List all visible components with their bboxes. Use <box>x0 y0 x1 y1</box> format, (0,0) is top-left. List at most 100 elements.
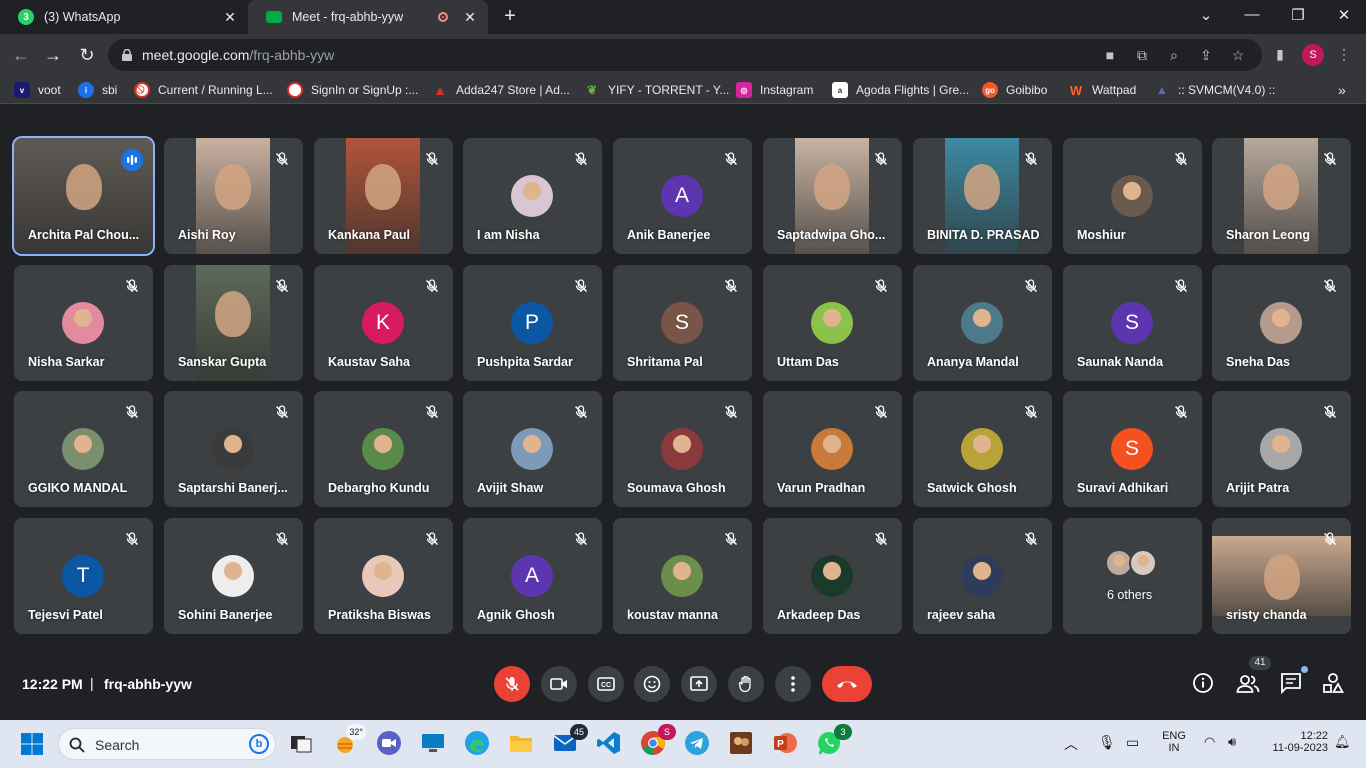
participant-tile[interactable]: BINITA D. PRASAD <box>913 138 1052 254</box>
participant-tile[interactable]: A Agnik Ghosh <box>463 518 602 634</box>
share-icon[interactable]: ⇪ <box>1198 47 1214 63</box>
language-indicator[interactable]: ENG IN <box>1160 730 1188 754</box>
hidden-icons-chevron-icon[interactable]: ︿ <box>1064 734 1078 754</box>
participant-tile[interactable]: Arkadeep Das <box>763 518 902 634</box>
participant-tile[interactable]: Sneha Das <box>1212 265 1351 381</box>
open-in-new-icon[interactable]: ⧉ <box>1134 47 1150 63</box>
mail-icon[interactable]: 45 <box>552 724 588 756</box>
volume-icon[interactable]: 🔊︎ <box>1228 734 1236 750</box>
taskbar-search[interactable]: Search b <box>58 728 276 760</box>
participant-tile[interactable]: A Anik Banerjee <box>613 138 752 254</box>
participant-tile[interactable]: Saptadwipa Gho... <box>763 138 902 254</box>
close-tab-icon[interactable]: ✕ <box>462 9 478 26</box>
menu-icon[interactable]: ⋮ <box>1336 46 1352 62</box>
participant-tile[interactable]: 6 others <box>1063 518 1202 634</box>
zoom-app-icon[interactable] <box>376 730 402 756</box>
participant-tile[interactable]: sristy chanda <box>1212 518 1351 634</box>
participant-tile[interactable]: Sohini Banerjee <box>164 518 303 634</box>
wifi-icon[interactable]: ◠ <box>1204 734 1215 750</box>
restore-button[interactable]: ❐ <box>1288 6 1308 26</box>
microphone-tray-icon[interactable]: 🎙︎ <box>1098 734 1116 751</box>
tab-search-icon[interactable]: ⌄ <box>1196 6 1216 26</box>
participant-tile[interactable]: Satwick Ghosh <box>913 391 1052 507</box>
people-button[interactable] <box>1236 672 1260 696</box>
camera-button[interactable] <box>541 666 577 702</box>
bookmark-adda247[interactable]: ▲ Adda247 Store | Ad... <box>432 82 570 98</box>
participant-tile[interactable]: Sharon Leong <box>1212 138 1351 254</box>
participant-tile[interactable]: S Saunak Nanda <box>1063 265 1202 381</box>
participant-tile[interactable]: Sanskar Gupta <box>164 265 303 381</box>
reload-button[interactable]: ↻ <box>76 44 98 66</box>
file-explorer-icon[interactable] <box>508 730 534 756</box>
telegram-icon[interactable] <box>684 730 710 756</box>
participant-tile[interactable]: GGIKO MANDAL <box>14 391 153 507</box>
bookmark-current-running[interactable]: ⃠Current / Running L... <box>134 82 273 98</box>
task-view-button[interactable] <box>288 730 314 756</box>
side-panel-icon[interactable]: ▮ <box>1272 46 1288 62</box>
participant-tile[interactable]: Varun Pradhan <box>763 391 902 507</box>
close-window-button[interactable]: ✕ <box>1334 6 1354 26</box>
participant-tile[interactable]: S Suravi Adhikari <box>1063 391 1202 507</box>
bookmark-agoda[interactable]: a Agoda Flights | Gre... <box>832 82 969 98</box>
close-tab-icon[interactable]: ✕ <box>222 9 238 26</box>
bookmark-goibibo[interactable]: go Goibibo <box>982 82 1047 98</box>
participant-tile[interactable]: Soumava Ghosh <box>613 391 752 507</box>
camera-in-use-icon[interactable]: ■ <box>1102 47 1118 63</box>
vscode-icon[interactable] <box>596 730 622 756</box>
participant-tile[interactable]: Ananya Mandal <box>913 265 1052 381</box>
minimize-button[interactable]: — <box>1242 6 1262 26</box>
bookmark-wattpad[interactable]: W Wattpad <box>1068 82 1136 98</box>
activities-button[interactable] <box>1322 672 1346 696</box>
tab-whatsapp[interactable]: 3 (3) WhatsApp ✕ <box>0 0 248 34</box>
weather-widget[interactable]: 32° <box>332 724 366 756</box>
participant-tile[interactable]: Pratiksha Biswas <box>314 518 453 634</box>
participant-tile[interactable]: Archita Pal Chou... <box>14 138 153 254</box>
bookmark-instagram[interactable]: ◎ Instagram <box>736 82 813 98</box>
forward-button[interactable]: → <box>42 44 64 66</box>
participant-tile[interactable]: I am Nisha <box>463 138 602 254</box>
leave-call-button[interactable] <box>822 666 872 702</box>
more-options-button[interactable] <box>775 666 811 702</box>
bookmark-sbi[interactable]: i sbi <box>78 82 117 98</box>
participant-tile[interactable]: K Kaustav Saha <box>314 265 453 381</box>
powerpoint-icon[interactable]: P <box>772 730 798 756</box>
microphone-button[interactable] <box>494 666 530 702</box>
more-bookmarks-icon[interactable]: » <box>1338 82 1346 98</box>
participant-tile[interactable]: rajeev saha <box>913 518 1052 634</box>
battery-icon[interactable]: ▭ <box>1126 734 1139 751</box>
remote-desktop-icon[interactable] <box>420 730 446 756</box>
bookmark-signin[interactable]: SignIn or SignUp :... <box>287 82 418 98</box>
participant-tile[interactable]: Arijit Patra <box>1212 391 1351 507</box>
participant-tile[interactable]: Avijit Shaw <box>463 391 602 507</box>
whatsapp-app-icon[interactable]: 3 <box>816 724 852 756</box>
participant-tile[interactable]: koustav manna <box>613 518 752 634</box>
edge-icon[interactable] <box>464 730 490 756</box>
photo-app-icon[interactable] <box>728 730 754 756</box>
back-button[interactable]: ← <box>10 44 32 66</box>
bookmark-star-icon[interactable]: ☆ <box>1230 47 1246 63</box>
new-tab-button[interactable]: + <box>500 6 520 26</box>
raise-hand-button[interactable] <box>728 666 764 702</box>
profile-avatar[interactable]: S <box>1302 44 1324 66</box>
participant-tile[interactable]: P Pushpita Sardar <box>463 265 602 381</box>
chrome-icon[interactable]: S <box>640 724 676 756</box>
bookmark-svmcm[interactable]: ▲:: SVMCM(V4.0) :: <box>1154 82 1275 98</box>
chat-button[interactable] <box>1280 666 1308 696</box>
notifications-icon[interactable]: 🔔︎ <box>1334 734 1351 750</box>
captions-button[interactable]: CC <box>588 666 624 702</box>
participant-tile[interactable]: Saptarshi Banerj... <box>164 391 303 507</box>
address-bar[interactable]: meet.google.com/frq-abhb-yyw ■ ⧉ ⌕ ⇪ ☆ <box>108 39 1262 71</box>
reactions-button[interactable] <box>634 666 670 702</box>
zoom-icon[interactable]: ⌕ <box>1166 47 1182 63</box>
start-button[interactable] <box>20 732 44 756</box>
participant-tile[interactable]: S Shritama Pal <box>613 265 752 381</box>
participant-tile[interactable]: T Tejesvi Patel <box>14 518 153 634</box>
bookmark-voot[interactable]: v voot <box>14 82 61 98</box>
participant-tile[interactable]: Uttam Das <box>763 265 902 381</box>
meeting-details-button[interactable] <box>1192 672 1216 696</box>
system-clock[interactable]: 12:22 11-09-2023 <box>1258 730 1328 754</box>
tab-meet[interactable]: Meet - frq-abhb-yyw ✕ <box>248 0 488 34</box>
participant-tile[interactable]: Moshiur <box>1063 138 1202 254</box>
participant-tile[interactable]: Debargho Kundu <box>314 391 453 507</box>
participant-tile[interactable]: Aishi Roy <box>164 138 303 254</box>
